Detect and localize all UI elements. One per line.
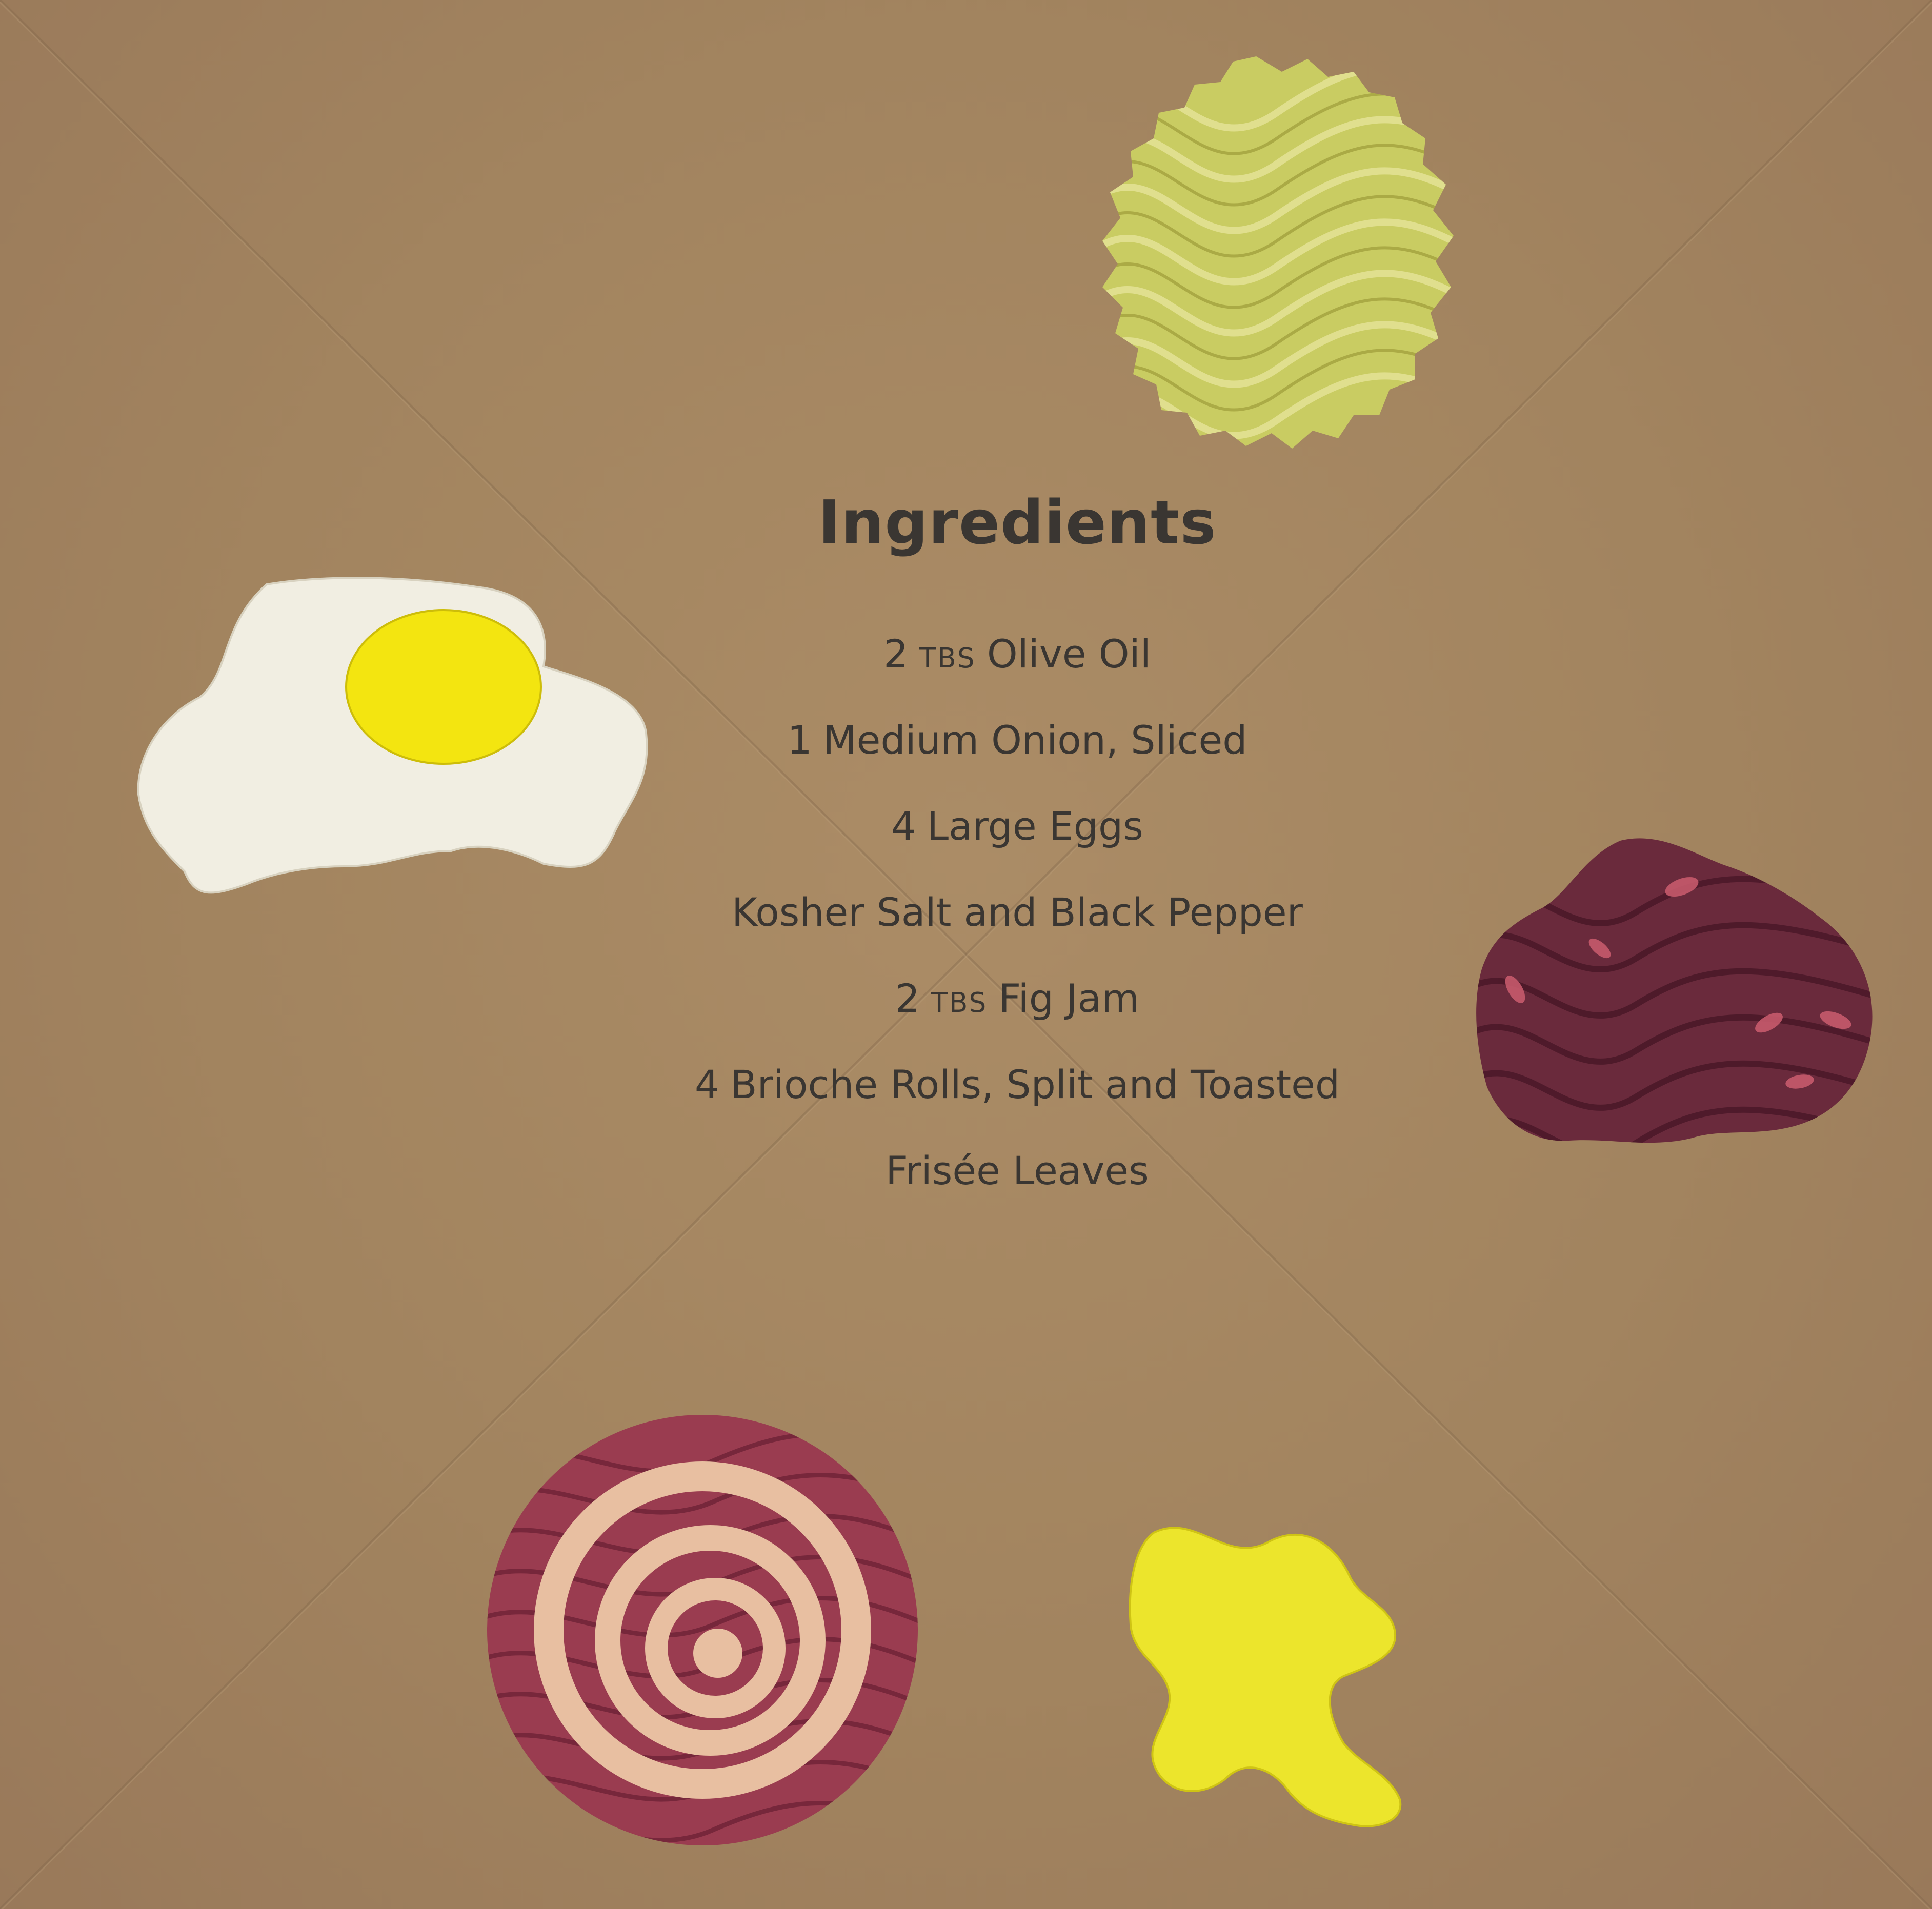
ingredient-unit: TBS: [919, 642, 976, 674]
frisee-cutout-icon: [1102, 56, 1454, 449]
ingredient-item: Olive Oil: [987, 631, 1151, 677]
ingredient-qty: 1: [787, 717, 812, 763]
ingredient-olive-oil: 2 TBS Olive Oil: [556, 635, 1479, 721]
ingredient-item: Brioche Rolls, Split and Toasted: [730, 1062, 1340, 1107]
ingredient-salt-pepper: Kosher Salt and Black Pepper: [556, 893, 1479, 979]
ingredients-list: 2 TBS Olive Oil 1 Medium Onion, Sliced 4…: [556, 635, 1479, 1237]
ingredient-qty: 4: [694, 1062, 720, 1107]
ingredient-item: Medium Onion, Sliced: [823, 717, 1247, 763]
ingredient-eggs: 4 Large Eggs: [556, 807, 1479, 893]
recipe-page: Ingredients 2 TBS Olive Oil 1 Medium Oni…: [0, 0, 1932, 1909]
ingredient-unit: TBS: [931, 987, 988, 1019]
ingredient-frisee: Frisée Leaves: [556, 1151, 1479, 1237]
fig-jam-cutout-icon: [1476, 838, 1873, 1143]
red-onion-cutout-icon: [487, 1415, 918, 1845]
ingredient-qty: 2: [895, 976, 920, 1021]
ingredient-item: Frisée Leaves: [886, 1148, 1149, 1193]
ingredient-fig-jam: 2 TBS Fig Jam: [556, 979, 1479, 1065]
ingredients-text-block: Ingredients 2 TBS Olive Oil 1 Medium Oni…: [556, 492, 1479, 1237]
egg-yolk-icon: [345, 609, 542, 765]
ingredient-item: Large Eggs: [927, 803, 1143, 849]
ingredient-item: Kosher Salt and Black Pepper: [732, 889, 1303, 935]
ingredient-onion: 1 Medium Onion, Sliced: [556, 721, 1479, 807]
ingredient-item: Fig Jam: [998, 976, 1140, 1021]
ingredient-qty: 4: [891, 803, 916, 849]
ingredients-heading: Ingredients: [818, 487, 1217, 558]
ingredient-brioche: 4 Brioche Rolls, Split and Toasted: [556, 1065, 1479, 1151]
ingredient-qty: 2: [883, 631, 909, 677]
olive-oil-cutout-icon: [1129, 1527, 1402, 1827]
